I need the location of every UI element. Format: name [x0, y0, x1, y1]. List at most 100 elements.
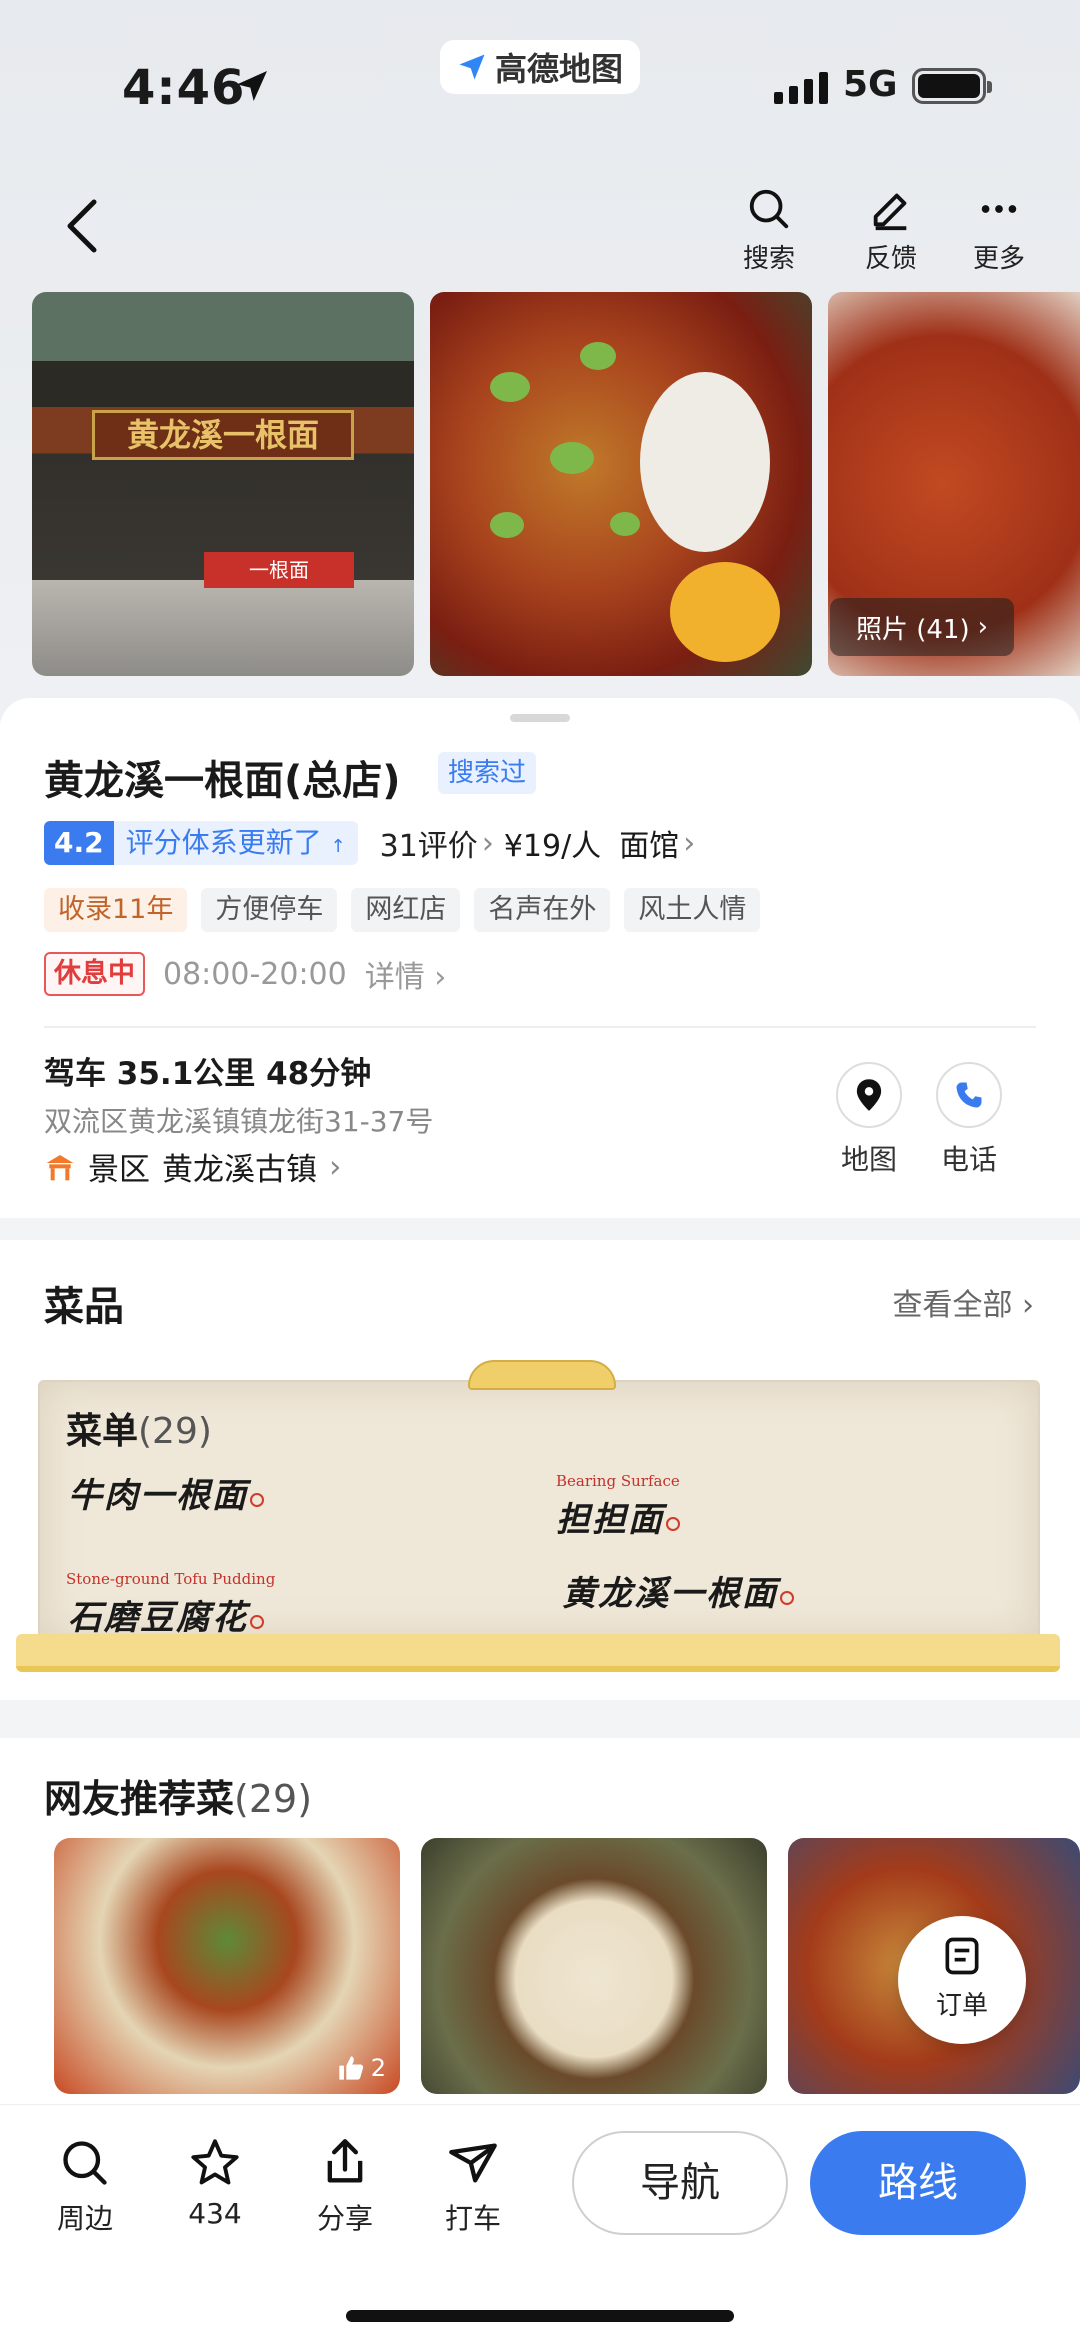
rating-note[interactable]: 评分体系更新了 ↑ [113, 821, 358, 865]
tag-list: 收录11年 方便停车 网红店 名声在外 风土人情 [44, 888, 761, 932]
search-icon [749, 189, 789, 229]
drag-handle[interactable] [510, 714, 570, 722]
taxi-button[interactable]: 打车 [428, 2137, 518, 2237]
map-button[interactable]: 地图 [834, 1062, 904, 1178]
opening-hours: 08:00-20:00 [163, 956, 347, 992]
status-bar: 4:46 高德地图 5G [0, 0, 1080, 170]
drive-info: 驾车 35.1公里 48分钟 [44, 1056, 372, 1092]
scenic-link[interactable]: 景区 黄龙溪古镇 › [44, 1144, 341, 1189]
dish-photo-dumplings[interactable] [430, 292, 812, 676]
search-label: 搜索 [742, 244, 795, 274]
clipboard-clip-icon [468, 1360, 616, 1390]
tag-item: 收录11年 [44, 888, 188, 932]
phone-icon [956, 1082, 982, 1108]
more-button[interactable]: 更多 [954, 186, 1044, 275]
feedback-label: 反馈 [864, 244, 917, 274]
home-indicator[interactable] [346, 2310, 734, 2322]
signal-icon [774, 70, 828, 104]
tag-item: 方便停车 [201, 888, 338, 932]
search-icon [63, 2141, 107, 2185]
recommended-count: (29) [234, 1777, 313, 1821]
order-button[interactable]: 订单 [898, 1916, 1026, 2044]
phone-button[interactable]: 电话 [934, 1062, 1004, 1178]
taxi-label: 打车 [444, 2202, 501, 2235]
share-label: 分享 [316, 2202, 373, 2235]
navigate-button[interactable]: 导航 [572, 2131, 788, 2235]
share-icon [327, 2139, 363, 2183]
feedback-button[interactable]: 反馈 [846, 186, 936, 275]
app-name: 高德地图 [494, 50, 623, 88]
hours-row[interactable]: 休息中 08:00-20:00 详情 › [44, 952, 446, 996]
favorite-button[interactable]: 434 [170, 2137, 260, 2230]
scenic-spot-icon [46, 1154, 74, 1180]
tag-item: 网红店 [351, 888, 461, 932]
share-button[interactable]: 分享 [300, 2137, 390, 2237]
storefront-banner-image: 一根面 [204, 552, 354, 588]
searched-badge: 搜索过 [438, 752, 537, 794]
app-indicator[interactable]: 高德地图 [440, 40, 640, 94]
likes-badge: 2 [337, 2054, 386, 2082]
map-pin-icon [856, 1079, 882, 1111]
status-time: 4:46 [122, 60, 246, 116]
chevron-right-icon: › [481, 825, 494, 861]
menu-count: (29) [138, 1411, 212, 1452]
status-badge: 休息中 [44, 952, 145, 996]
scenic-label: 景区 [88, 1152, 150, 1188]
hours-detail-link[interactable]: 详情 › [365, 952, 447, 996]
nearby-label: 周边 [56, 2202, 113, 2235]
likes-count: 2 [370, 2054, 386, 2082]
phone-label: 电话 [940, 1143, 997, 1176]
favorites-count: 434 [188, 2197, 242, 2230]
recommended-title-text: 网友推荐菜 [44, 1777, 235, 1821]
see-all-link[interactable]: 查看全部 › [892, 1280, 1034, 1324]
route-button[interactable]: 路线 [810, 2131, 1026, 2235]
reviews-link[interactable]: 31评价 [380, 821, 478, 865]
order-list-icon [945, 1937, 979, 1975]
battery-icon [912, 68, 992, 104]
divider [44, 1026, 1036, 1028]
menu-dish: 黄龙溪一根面 [562, 1566, 794, 1615]
menu-dish-english: Stone-ground Tofu Pudding [66, 1570, 276, 1588]
rating-row: 4.2 评分体系更新了 ↑ 31评价 › ¥19/人 面馆 › [44, 820, 705, 866]
recommended-dish-photo[interactable] [421, 1838, 767, 2094]
menu-dish-english: Bearing Surface [556, 1472, 680, 1490]
recommended-section: 网友推荐菜(29) 2 [0, 1738, 1080, 2108]
network-type: 5G [843, 64, 898, 105]
menu-dish: 牛肉一根面 [68, 1468, 264, 1517]
menu-bar [16, 1634, 1060, 1672]
see-all-label: 查看全部 [892, 1288, 1013, 1323]
chevron-right-icon: › [683, 825, 696, 861]
amap-logo-icon [459, 54, 485, 80]
category-link[interactable]: 面馆 [619, 821, 679, 865]
back-arrow-icon[interactable] [58, 196, 108, 256]
storefront-sign-image: 黄龙溪一根面 [92, 410, 354, 460]
rating-score[interactable]: 4.2 [44, 821, 114, 865]
thumbs-up-icon [339, 2056, 363, 2080]
star-icon [191, 2139, 239, 2185]
recommended-title: 网友推荐菜(29) [44, 1768, 312, 1823]
search-button[interactable]: 搜索 [724, 186, 814, 275]
hours-detail-label: 详情 [364, 960, 425, 995]
nearby-button[interactable]: 周边 [40, 2137, 130, 2237]
menu-title: 菜单(29) [66, 1402, 212, 1454]
recommended-dish-photo[interactable]: 2 [54, 1838, 400, 2094]
menu-card[interactable]: 菜单(29) 牛肉一根面 Bearing Surface 担担面 Stone-g… [16, 1360, 1060, 1672]
dishes-title: 菜品 [44, 1284, 124, 1330]
menu-title-text: 菜单 [66, 1411, 139, 1452]
dishes-section: 菜品 查看全部 › 菜单(29) 牛肉一根面 Bearing Surface 担… [0, 1240, 1080, 1700]
arrow-up-icon: ↑ [330, 836, 346, 857]
place-name: 黄龙溪一根面(总店) [44, 758, 401, 804]
map-label: 地图 [840, 1143, 897, 1176]
address: 双流区黄龙溪镇镇龙街31-37号 [44, 1105, 434, 1138]
menu-dish: 石磨豆腐花 [68, 1590, 264, 1639]
storefront-photo[interactable]: 黄龙溪一根面 一根面 [32, 292, 414, 676]
place-info-card: 黄龙溪一根面(总店) 搜索过 4.2 评分体系更新了 ↑ 31评价 › ¥19/人… [0, 698, 1080, 1218]
rating-note-text: 评分体系更新了 [125, 826, 322, 859]
scenic-name: 黄龙溪古镇 [162, 1152, 317, 1188]
tag-item: 名声在外 [474, 888, 611, 932]
photo-count-button[interactable]: 照片 (41) › [830, 598, 1014, 656]
price: ¥19/人 [503, 829, 602, 864]
taxi-icon [449, 2143, 497, 2183]
location-arrow-icon [237, 71, 267, 101]
more-label: 更多 [972, 244, 1025, 274]
